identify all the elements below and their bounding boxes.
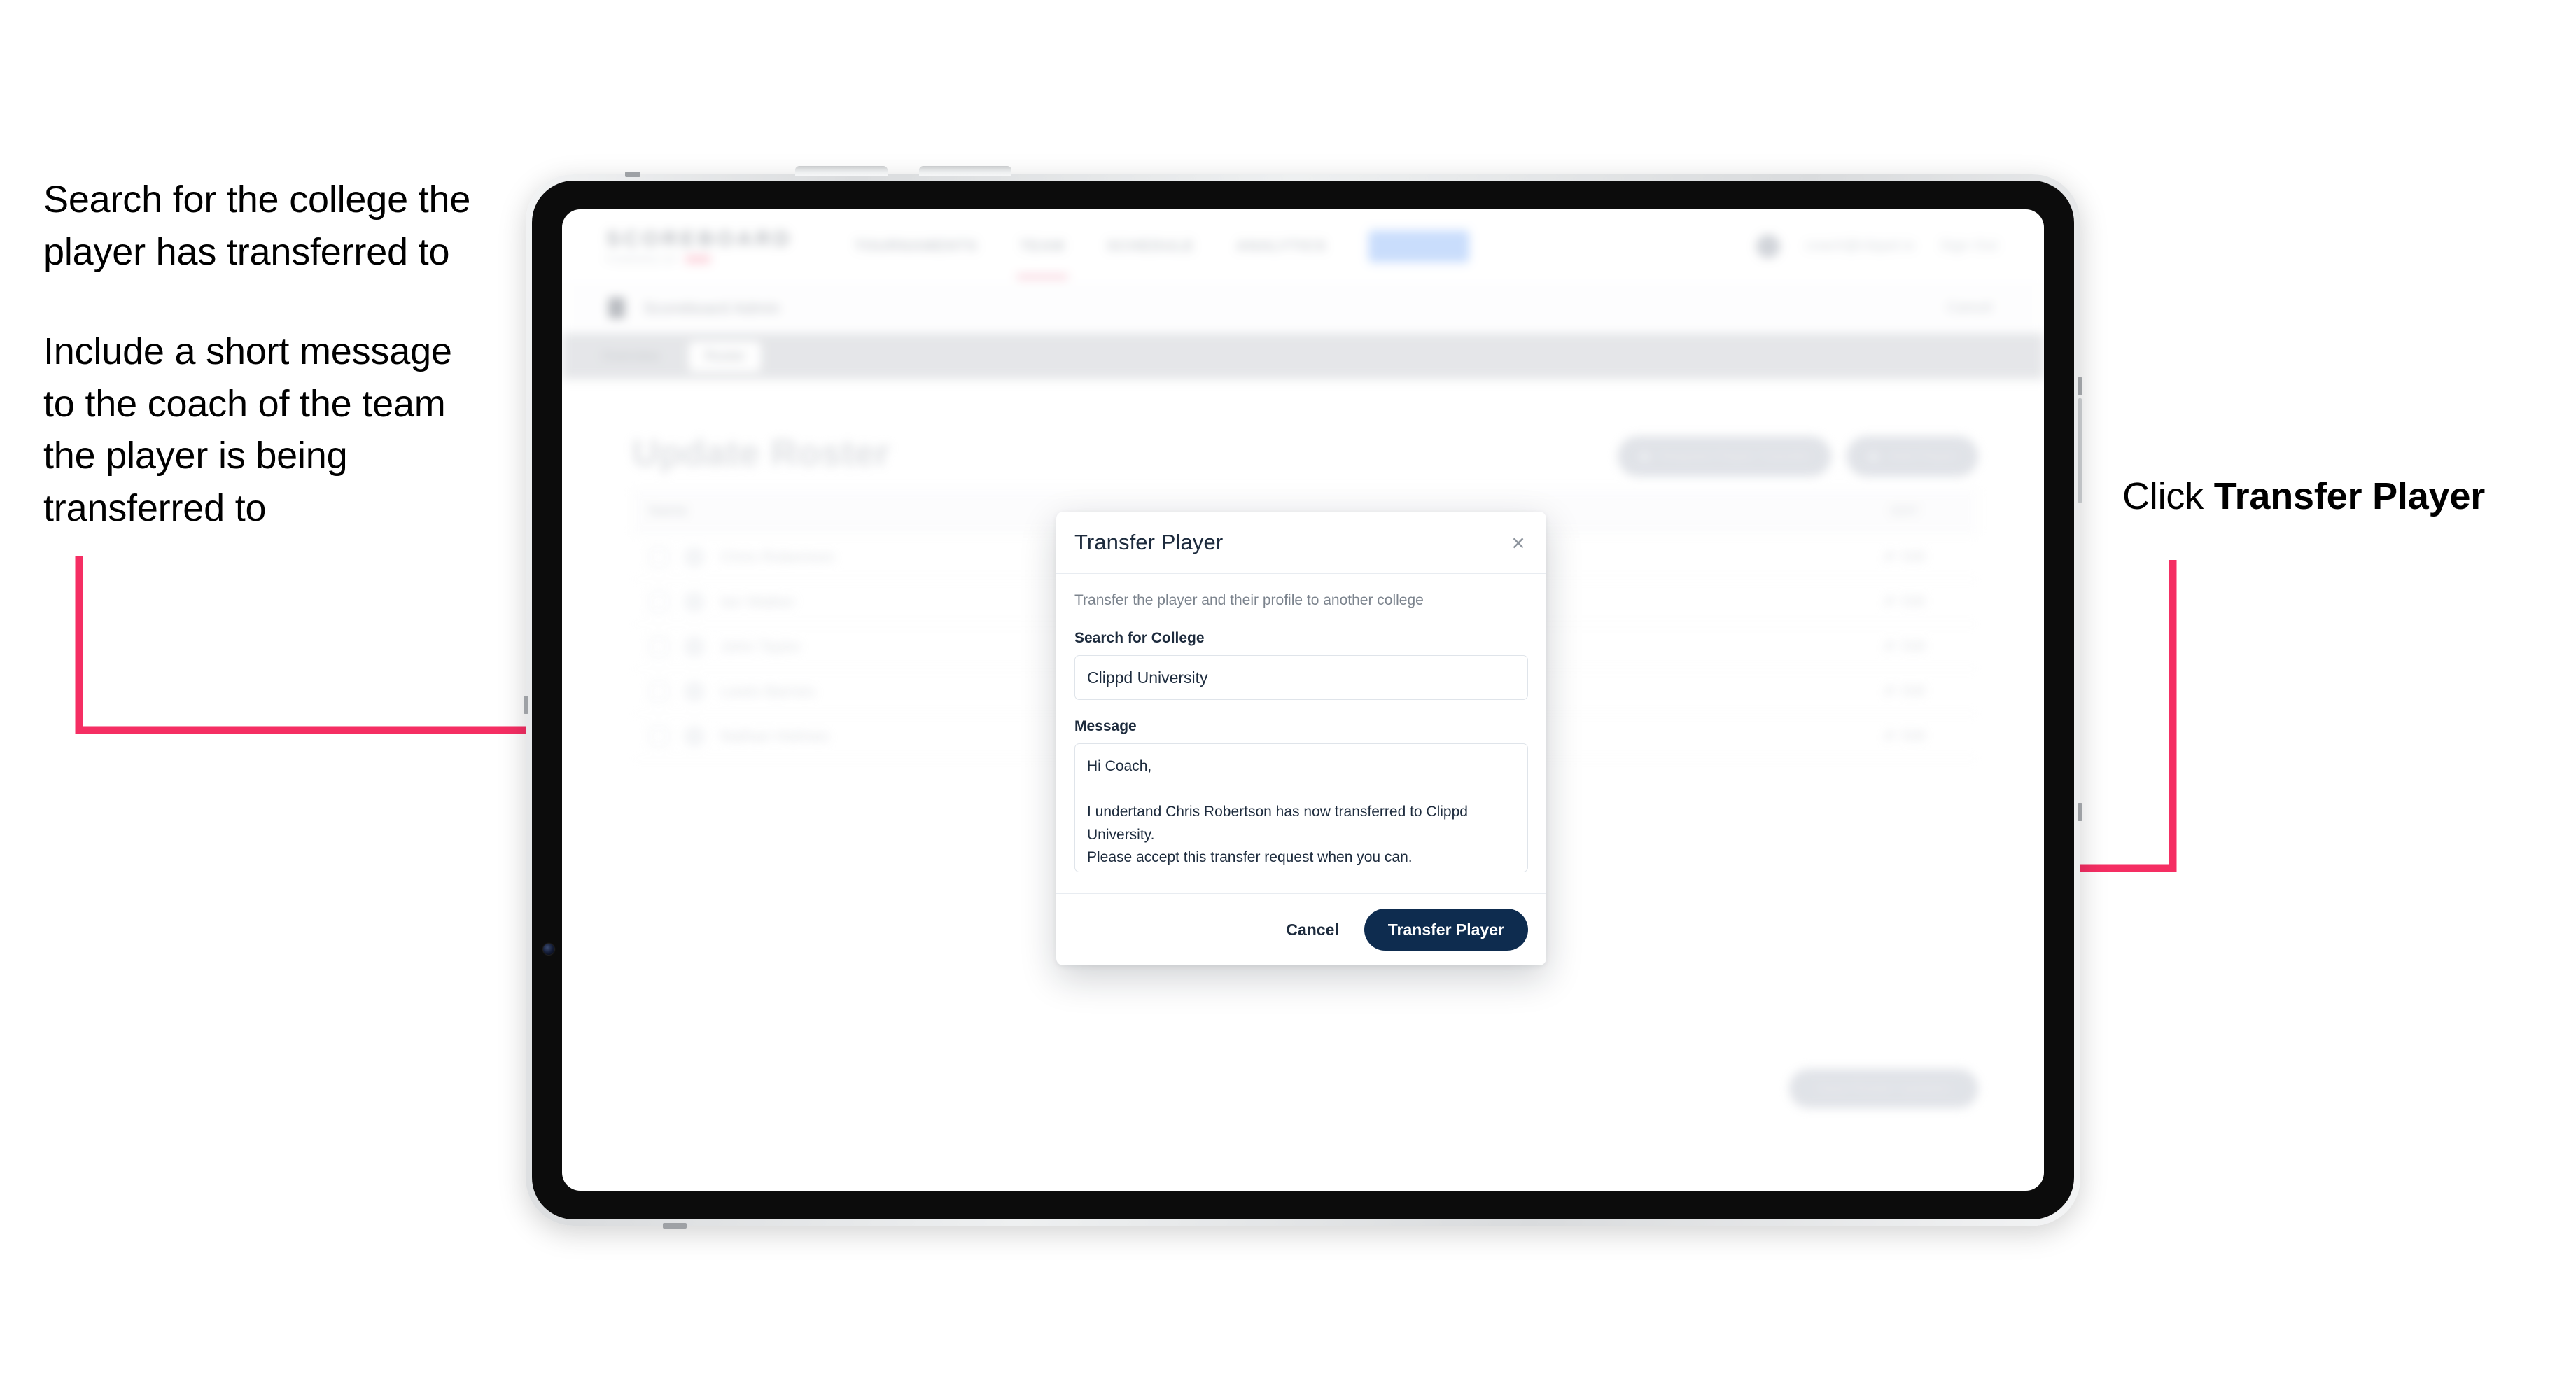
right-antenna-line [2078,398,2082,503]
row-checkbox[interactable] [649,681,668,701]
annotation-text-click-transfer: Click Transfer Player [2122,470,2556,523]
player-name: John Taylor [720,637,802,655]
main-nav: TOURNAMENTS TEAM SCHEDULE ANALYTICS ROST… [855,230,1469,279]
avatar[interactable] [1756,234,1781,258]
request-player-transfer-label: Request Player Transfer [1659,448,1811,464]
avatar [684,591,705,612]
search-college-input[interactable]: Clippd University [1074,655,1528,700]
avatar [684,546,705,568]
edit-button[interactable]: Edit [1884,550,1925,565]
front-camera-icon [543,944,554,955]
account-email: coach@clippd.io [1805,238,1915,253]
modal-title: Transfer Player [1074,530,1224,554]
pencil-icon [1882,684,1896,699]
tablet-outer-frame: SCOREBOARD POWERED BY TOURNAMENTS TEAM S… [524,166,2082,1228]
modal-body: Transfer the player and their profile to… [1056,574,1546,893]
edit-label: Edit [1902,683,1925,699]
app-tabs: Overview Roster [562,333,2044,379]
annotation-right-prefix: Click [2122,475,2214,517]
page-title: Update Roster [632,433,890,474]
modal-header: Transfer Player × [1056,512,1546,574]
edit-button[interactable]: Edit [1884,729,1925,744]
edit-label: Edit [1902,728,1925,743]
nav-item-analytics[interactable]: ANALYTICS [1236,238,1326,255]
brand-name: SCOREBOARD [606,227,793,251]
bottom-antenna-nub [663,1223,687,1228]
pencil-icon [1882,729,1896,743]
player-name: Ian Walker [720,592,796,610]
close-icon[interactable]: × [1506,530,1531,555]
row-checkbox[interactable] [649,726,668,746]
tab-overview[interactable]: Overview [586,342,675,372]
page-actions: Request Player Transfer Add Player [1617,436,1978,477]
brand-subtitle: POWERED BY [606,255,793,264]
topbar-account-area: coach@clippd.io Sign Out [1756,234,1998,258]
left-side-nub [524,696,528,714]
brand-logo[interactable]: SCOREBOARD POWERED BY [606,227,793,264]
transfer-player-modal: Transfer Player × Transfer the player an… [1056,512,1546,965]
nav-item-team[interactable]: TEAM [1016,238,1068,279]
row-checkbox[interactable] [649,547,668,567]
add-player-label: Add Player [1889,448,1957,464]
app-subbar: Scoreboard Admin Cancel [562,283,2044,334]
player-name: Nathan Holmes [720,727,830,745]
pencil-icon [1882,550,1896,564]
transfer-icon [1638,450,1651,463]
avatar [684,680,705,702]
save-roster-updates-button[interactable]: Save Roster Updates [1788,1069,1978,1108]
edit-button[interactable]: Edit [1884,594,1925,610]
column-header-edit: EDIT [1890,503,1919,518]
volume-up-button[interactable] [795,166,888,176]
nav-item-schedule[interactable]: SCHEDULE [1107,238,1194,255]
add-player-button[interactable]: Add Player [1847,436,1978,477]
tab-roster[interactable]: Roster [689,341,762,372]
annotation-text-search-college: Search for the college the player has tr… [43,178,471,273]
column-header-name: Name [649,503,688,519]
org-icon [608,298,625,318]
tablet-screen: SCOREBOARD POWERED BY TOURNAMENTS TEAM S… [562,209,2044,1191]
annotation-text-message: Include a short message to the coach of … [43,330,452,529]
edit-label: Edit [1902,594,1925,609]
request-player-transfer-button[interactable]: Request Player Transfer [1617,436,1832,477]
message-label: Message [1074,718,1137,734]
nav-item-roster[interactable]: ROSTER [1368,230,1469,262]
player-name: Lewis Barnes [720,682,816,700]
pencil-icon [1882,639,1896,654]
app-topbar: SCOREBOARD POWERED BY TOURNAMENTS TEAM S… [562,209,2044,284]
edit-button[interactable]: Edit [1884,639,1925,654]
row-checkbox[interactable] [649,592,668,612]
edit-label: Edit [1902,638,1925,654]
message-textarea[interactable]: Hi Coach, I undertand Chris Robertson ha… [1074,743,1528,872]
volume-down-button[interactable] [919,166,1011,176]
avatar [684,725,705,747]
tablet-bezel: SCOREBOARD POWERED BY TOURNAMENTS TEAM S… [532,181,2074,1219]
transfer-player-button[interactable]: Transfer Player [1364,909,1528,951]
nav-item-tournaments[interactable]: TOURNAMENTS [855,238,978,255]
pencil-icon [1882,594,1896,609]
edit-label: Edit [1902,549,1925,564]
annotation-right-bold: Transfer Player [2213,475,2486,517]
top-antenna-nub [625,172,640,177]
avatar [684,636,705,657]
subbar-cancel-button[interactable]: Cancel [1947,300,1992,316]
player-name: Chris Robertson [720,547,835,566]
tablet-device-mockup: SCOREBOARD POWERED BY TOURNAMENTS TEAM S… [524,166,2082,1228]
plus-icon [1868,450,1880,463]
brand-accent-mark [685,255,711,263]
power-button[interactable] [2078,377,2082,396]
cancel-button[interactable]: Cancel [1282,915,1343,945]
search-college-label: Search for College [1074,630,1205,646]
row-checkbox[interactable] [649,636,668,657]
subbar-title: Scoreboard Admin [643,298,780,317]
brand-sub-text: POWERED BY [606,253,680,265]
modal-footer: Cancel Transfer Player [1056,893,1546,965]
right-side-nub [2078,803,2082,821]
sign-out-button[interactable]: Sign Out [1940,238,1998,254]
edit-button[interactable]: Edit [1884,684,1925,699]
modal-description: Transfer the player and their profile to… [1074,592,1424,608]
